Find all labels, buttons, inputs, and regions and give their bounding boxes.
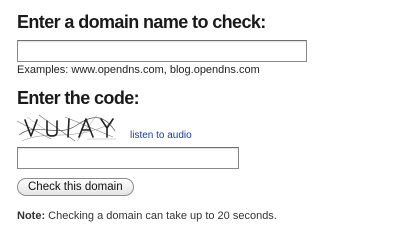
note: Note: Checking a domain can take up to 2…: [17, 210, 277, 222]
note-text: Checking a domain can take up to 20 seco…: [45, 210, 277, 222]
note-label: Note:: [17, 210, 46, 222]
captcha-image: [17, 113, 117, 143]
code-heading: Enter the code:: [17, 88, 140, 108]
check-domain-button[interactable]: Check this domain: [17, 178, 134, 196]
code-input[interactable]: [17, 147, 239, 169]
listen-to-audio-link[interactable]: listen to audio: [130, 130, 192, 141]
domain-heading: Enter a domain name to check:: [17, 12, 266, 32]
domain-input[interactable]: [17, 40, 307, 62]
domain-examples: Examples: www.opendns.com, blog.opendns.…: [17, 64, 260, 76]
